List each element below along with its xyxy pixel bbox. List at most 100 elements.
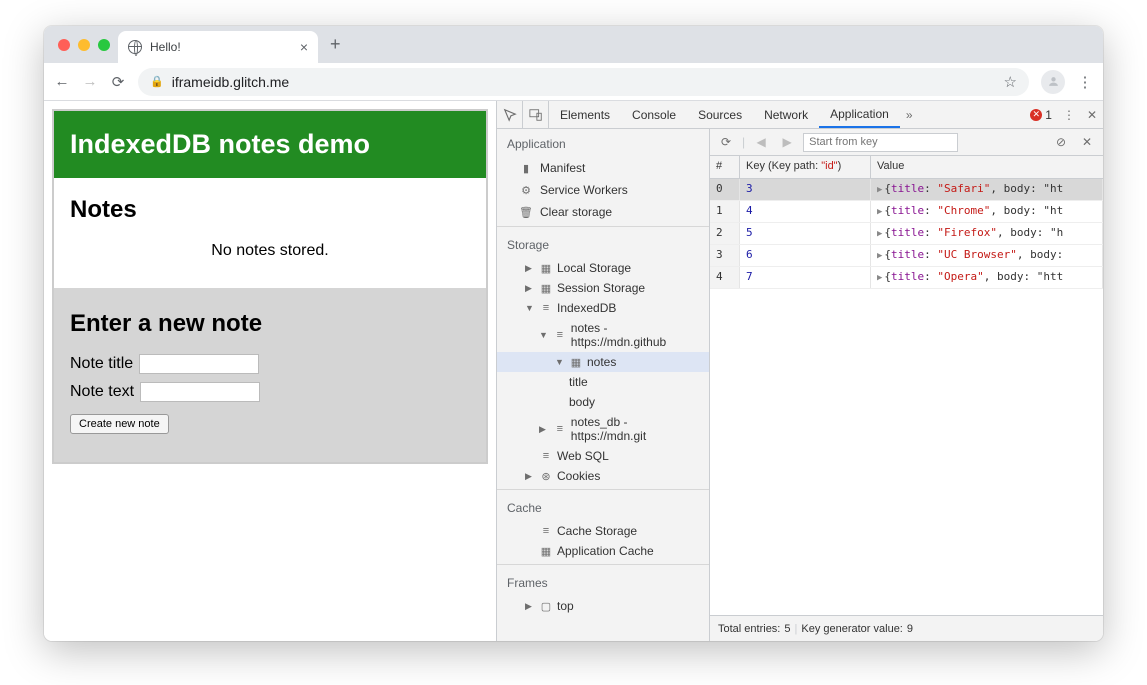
cookie-icon: ⊛ — [539, 470, 553, 483]
close-window-icon[interactable] — [58, 39, 70, 51]
clear-objectstore-icon[interactable]: ⊘ — [1051, 135, 1071, 149]
devtools-panel: Elements Console Sources Network Applica… — [496, 101, 1103, 641]
form-heading: Enter a new note — [70, 310, 470, 338]
cell-index: 3 — [710, 245, 740, 266]
forward-button[interactable]: → — [82, 73, 98, 90]
new-tab-button[interactable]: + — [330, 34, 341, 55]
create-note-button[interactable]: Create new note — [70, 414, 169, 434]
sidebar-clear-storage[interactable]: 🗑Clear storage — [497, 201, 709, 223]
bookmark-star-icon[interactable]: ☆ — [1004, 73, 1017, 91]
cell-index: 1 — [710, 201, 740, 222]
close-devtools-icon[interactable]: ✕ — [1081, 101, 1103, 128]
tab-title: Hello! — [150, 40, 181, 54]
error-count: 1 — [1045, 108, 1052, 122]
section-frames: Frames — [497, 568, 709, 596]
prev-page-icon[interactable]: ◀ — [751, 135, 771, 149]
cell-key: 7 — [740, 267, 871, 288]
tab-sources[interactable]: Sources — [687, 101, 753, 128]
tree-idb-index-body[interactable]: body — [497, 392, 709, 412]
maximize-window-icon[interactable] — [98, 39, 110, 51]
error-badge[interactable]: ✕ 1 — [1025, 101, 1057, 128]
tree-session-storage[interactable]: ▶▦Session Storage — [497, 278, 709, 298]
page-header: IndexedDB notes demo — [54, 111, 486, 178]
grid-icon: ▦ — [539, 545, 553, 558]
sidebar-service-workers[interactable]: ⚙Service Workers — [497, 179, 709, 201]
note-title-input[interactable] — [139, 354, 259, 374]
tree-idb-notes-db2[interactable]: ▶≡notes_db - https://mdn.git — [497, 412, 709, 446]
expand-icon[interactable]: ▶ — [877, 207, 882, 217]
browser-tabstrip: Hello! × + — [44, 26, 1103, 63]
table-row[interactable]: 47▶{title: "Opera", body: "htt — [710, 267, 1103, 289]
back-button[interactable]: ← — [54, 73, 70, 90]
tree-idb-notes-db[interactable]: ▼≡notes - https://mdn.github — [497, 318, 709, 352]
table-row[interactable]: 14▶{title: "Chrome", body: "ht — [710, 201, 1103, 223]
device-toolbar-icon[interactable] — [523, 101, 549, 128]
page-viewport: IndexedDB notes demo Notes No notes stor… — [44, 101, 496, 641]
database-icon: ≡ — [539, 302, 553, 314]
note-text-label: Note text — [70, 383, 134, 401]
error-dot-icon: ✕ — [1030, 109, 1042, 121]
grid-icon: ▦ — [569, 356, 583, 369]
delete-selected-icon[interactable]: ✕ — [1077, 135, 1097, 149]
idb-table-body: 03▶{title: "Safari", body: "ht14▶{title:… — [710, 179, 1103, 289]
tab-application[interactable]: Application — [819, 101, 900, 128]
tree-websql[interactable]: ▶≡Web SQL — [497, 446, 709, 466]
minimize-window-icon[interactable] — [78, 39, 90, 51]
next-page-icon[interactable]: ▶ — [777, 135, 797, 149]
tree-frame-top[interactable]: ▶▢top — [497, 596, 709, 616]
col-key: Key (Key path: "id") — [740, 156, 871, 178]
cell-key: 5 — [740, 223, 871, 244]
browser-menu-button[interactable]: ⋮ — [1077, 73, 1093, 91]
database-icon: ≡ — [539, 450, 553, 462]
database-icon: ≡ — [539, 525, 553, 537]
tree-indexeddb[interactable]: ▼≡IndexedDB — [497, 298, 709, 318]
grid-icon: ▦ — [539, 262, 553, 275]
expand-icon[interactable]: ▶ — [877, 251, 882, 261]
frame-icon: ▢ — [539, 600, 553, 613]
browser-toolbar: ← → ⟳ 🔒 iframeidb.glitch.me ☆ ⋮ — [44, 63, 1103, 101]
tab-console[interactable]: Console — [621, 101, 687, 128]
table-row[interactable]: 25▶{title: "Firefox", body: "h — [710, 223, 1103, 245]
close-tab-icon[interactable]: × — [300, 39, 308, 55]
tab-network[interactable]: Network — [753, 101, 819, 128]
reload-button[interactable]: ⟳ — [110, 73, 126, 91]
tree-local-storage[interactable]: ▶▦Local Storage — [497, 258, 709, 278]
table-row[interactable]: 36▶{title: "UC Browser", body: — [710, 245, 1103, 267]
expand-icon[interactable]: ▶ — [877, 185, 882, 195]
tree-idb-index-title[interactable]: title — [497, 372, 709, 392]
expand-icon[interactable]: ▶ — [877, 229, 882, 239]
cell-value: ▶{title: "Chrome", body: "ht — [871, 201, 1103, 222]
more-tabs-icon[interactable]: » — [900, 101, 919, 128]
table-row[interactable]: 03▶{title: "Safari", body: "ht — [710, 179, 1103, 201]
note-text-input[interactable] — [140, 382, 260, 402]
cell-index: 4 — [710, 267, 740, 288]
cell-index: 2 — [710, 223, 740, 244]
database-icon: ≡ — [553, 423, 567, 435]
profile-avatar[interactable] — [1041, 70, 1065, 94]
gear-icon: ⚙ — [519, 184, 533, 197]
cell-value: ▶{title: "Safari", body: "ht — [871, 179, 1103, 200]
tree-application-cache[interactable]: ▶▦Application Cache — [497, 541, 709, 561]
col-value: Value — [871, 156, 1103, 178]
idb-table-header: # Key (Key path: "id") Value — [710, 156, 1103, 179]
start-from-key-input[interactable] — [803, 133, 958, 152]
inspect-element-icon[interactable] — [497, 101, 523, 128]
devtools-menu-icon[interactable]: ⋮ — [1057, 101, 1081, 128]
cell-key: 6 — [740, 245, 871, 266]
lock-icon: 🔒 — [150, 75, 164, 88]
tree-cache-storage[interactable]: ▶≡Cache Storage — [497, 521, 709, 541]
application-sidebar: Application ▮Manifest ⚙Service Workers 🗑… — [497, 129, 710, 641]
address-bar[interactable]: 🔒 iframeidb.glitch.me ☆ — [138, 68, 1029, 96]
col-index: # — [710, 156, 740, 178]
note-title-label: Note title — [70, 355, 133, 373]
refresh-icon[interactable]: ⟳ — [716, 135, 736, 149]
browser-tab[interactable]: Hello! × — [118, 31, 318, 63]
sidebar-manifest[interactable]: ▮Manifest — [497, 157, 709, 179]
tab-elements[interactable]: Elements — [549, 101, 621, 128]
expand-icon[interactable]: ▶ — [877, 273, 882, 283]
tree-idb-store-notes[interactable]: ▼▦notes — [497, 352, 709, 372]
tree-cookies[interactable]: ▶⊛Cookies — [497, 466, 709, 486]
trash-icon: 🗑 — [519, 206, 533, 219]
cell-value: ▶{title: "Firefox", body: "h — [871, 223, 1103, 244]
globe-icon — [128, 40, 142, 54]
